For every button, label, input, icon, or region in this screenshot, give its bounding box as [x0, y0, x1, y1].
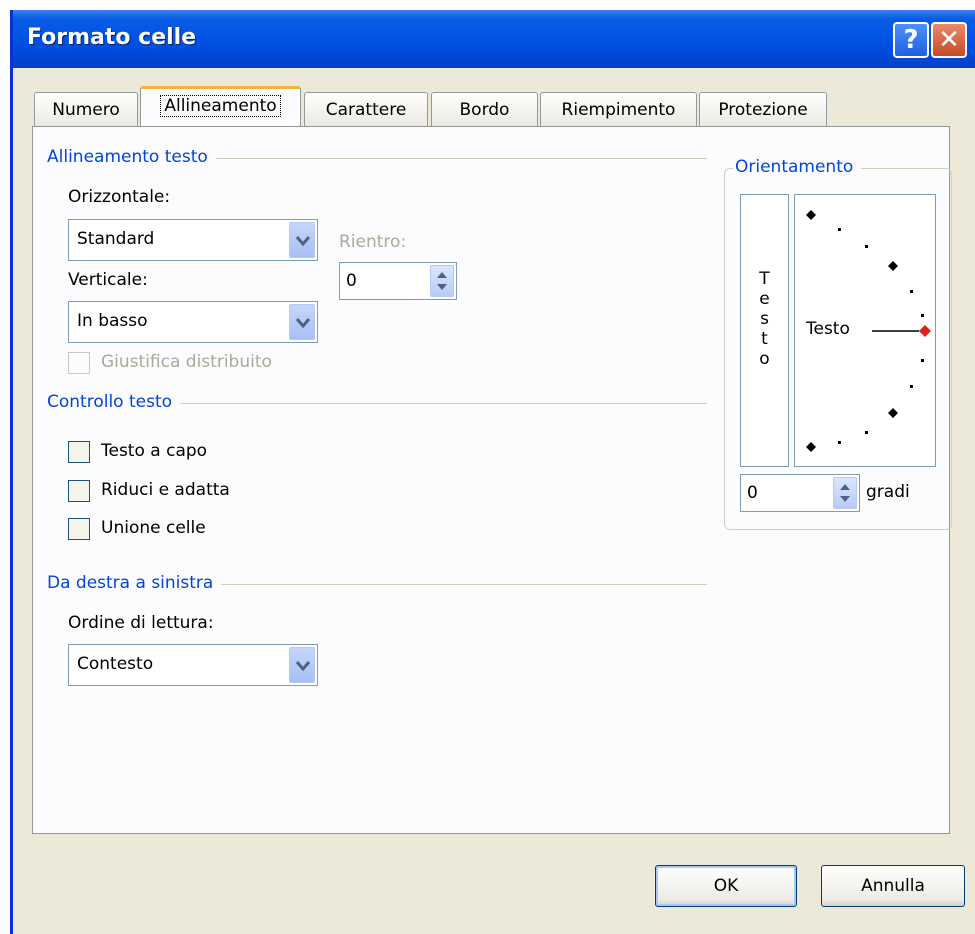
indent-spinner[interactable]: 0	[339, 262, 457, 300]
dial-tick	[865, 245, 868, 248]
alignment-tab-panel: Allineamento testo Orizzontale: Standard…	[32, 126, 952, 834]
justify-distributed-checkbox[interactable]	[68, 352, 90, 374]
horizontal-label: Orizzontale:	[68, 187, 171, 207]
window-title: Formato celle	[27, 25, 197, 50]
horizontal-select-value: Standard	[77, 229, 155, 249]
shrink-to-fit-checkbox[interactable]	[68, 480, 90, 502]
degrees-label: gradi	[866, 482, 910, 502]
tab-allineamento[interactable]: Allineamento	[140, 86, 301, 126]
help-button[interactable]: ?	[893, 22, 929, 58]
merge-cells-checkbox[interactable]	[68, 518, 90, 540]
dial-marker	[806, 442, 816, 452]
shrink-to-fit-label: Riduci e adatta	[101, 480, 230, 500]
justify-distributed-label: Giustifica distribuito	[101, 352, 272, 372]
dial-marker	[806, 210, 816, 220]
close-icon: ✕	[938, 25, 960, 55]
dial-tick	[910, 385, 913, 388]
vertical-label: Verticale:	[68, 270, 148, 290]
reading-order-label: Ordine di lettura:	[68, 613, 214, 633]
dial-marker	[888, 408, 898, 418]
dial-tick	[921, 314, 924, 317]
tab-label: Protezione	[718, 100, 808, 120]
format-cells-dialog: Formato celle ? ✕ Numero Allineamento Ca…	[10, 10, 975, 934]
degrees-spinner[interactable]: 0	[740, 474, 860, 512]
tab-protezione[interactable]: Protezione	[699, 92, 827, 126]
section-title-orientation: Orientamento	[733, 157, 862, 177]
reading-order-select[interactable]: Contesto	[68, 644, 318, 686]
wrap-text-checkbox[interactable]	[68, 441, 90, 463]
vertical-text-letter: T	[759, 269, 770, 289]
vertical-text-letter: e	[759, 289, 770, 309]
dial-tick	[865, 431, 868, 434]
indent-value: 0	[346, 271, 357, 291]
tab-label: Bordo	[459, 100, 510, 120]
chevron-down-icon[interactable]	[289, 647, 315, 683]
cancel-button[interactable]: Annulla	[821, 865, 965, 907]
horizontal-select[interactable]: Standard	[68, 219, 318, 261]
dial-tick	[838, 228, 841, 231]
vertical-text: T e s t o	[741, 269, 788, 369]
tab-label: Allineamento	[160, 95, 281, 117]
dial-marker	[888, 261, 898, 271]
tab-carattere[interactable]: Carattere	[304, 92, 428, 126]
tab-label: Numero	[52, 100, 120, 120]
dial-tick	[910, 290, 913, 293]
vertical-select-value: In basso	[77, 311, 148, 331]
reading-order-select-value: Contesto	[77, 654, 154, 674]
dial-tick	[838, 441, 841, 444]
spin-arrows-icon[interactable]	[430, 265, 454, 297]
wrap-text-label: Testo a capo	[101, 441, 208, 461]
orientation-dial[interactable]: Testo	[794, 194, 936, 467]
close-button[interactable]: ✕	[931, 22, 967, 58]
vertical-text-letter: s	[760, 309, 769, 329]
vertical-select[interactable]: In basso	[68, 301, 318, 343]
section-title-text-control: Controllo testo	[47, 392, 181, 412]
degrees-value: 0	[747, 483, 758, 503]
dial-tick	[921, 359, 924, 362]
dial-text: Testo	[806, 319, 850, 339]
merge-cells-label: Unione celle	[101, 518, 206, 538]
indent-label: Rientro:	[339, 232, 407, 252]
vertical-text-letter: o	[759, 349, 770, 369]
tab-numero[interactable]: Numero	[34, 92, 138, 126]
vertical-text-letter: t	[761, 329, 768, 349]
section-title-right-to-left: Da destra a sinistra	[47, 573, 222, 593]
title-bar[interactable]: Formato celle ? ✕	[13, 10, 975, 68]
vertical-text-button[interactable]: T e s t o	[740, 194, 789, 467]
spin-arrows-icon[interactable]	[833, 477, 857, 509]
ok-button[interactable]: OK	[655, 865, 797, 907]
section-title-text-alignment: Allineamento testo	[47, 147, 216, 167]
chevron-down-icon[interactable]	[289, 222, 315, 258]
tab-label: Riempimento	[561, 100, 676, 120]
tab-label: Carattere	[325, 100, 407, 120]
tab-riempimento[interactable]: Riempimento	[540, 92, 697, 126]
tab-bordo[interactable]: Bordo	[431, 92, 538, 126]
help-icon: ?	[903, 25, 919, 55]
dial-current-marker	[919, 325, 931, 337]
chevron-down-icon[interactable]	[289, 304, 315, 340]
